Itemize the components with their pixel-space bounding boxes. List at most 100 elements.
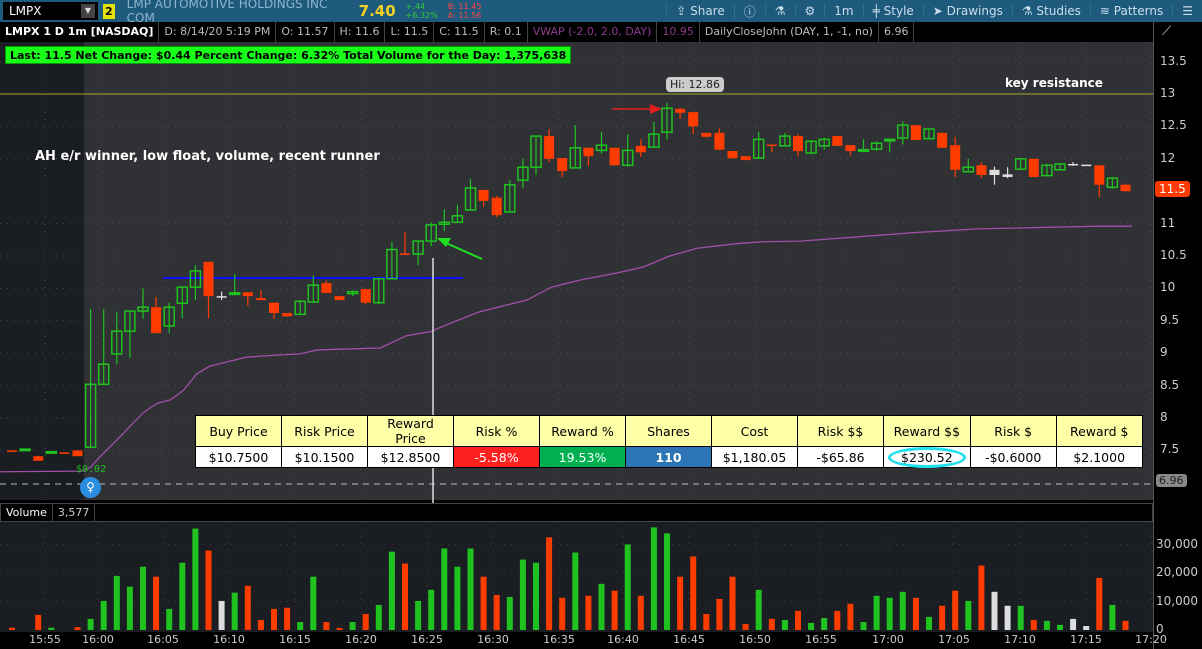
candle-body bbox=[557, 158, 568, 172]
table-value: 110 bbox=[655, 449, 682, 465]
volume-bar bbox=[729, 576, 736, 630]
candle-body bbox=[400, 253, 410, 255]
volume-bar bbox=[755, 589, 762, 630]
table-value: 19.53% bbox=[558, 449, 607, 465]
candle-body bbox=[976, 165, 987, 175]
volume-bar bbox=[965, 600, 972, 630]
volume-bar bbox=[821, 618, 828, 630]
table-value: $10.7500 bbox=[208, 449, 269, 465]
candle-body bbox=[334, 296, 345, 301]
volume-bar bbox=[205, 550, 212, 630]
table-header: Risk $$ bbox=[797, 415, 884, 447]
time-tick-label: 16:40 bbox=[607, 633, 639, 646]
candle-body bbox=[883, 138, 896, 142]
volume-bar bbox=[271, 608, 277, 630]
price-tick-label: 8.5 bbox=[1160, 377, 1180, 392]
volume-bar bbox=[100, 600, 107, 630]
candle-body bbox=[688, 112, 699, 127]
candle-body bbox=[832, 136, 843, 146]
volume-bar bbox=[533, 562, 539, 630]
volume-bar bbox=[179, 562, 186, 630]
table-cell: 110 bbox=[625, 446, 712, 468]
volume-bar bbox=[873, 595, 880, 630]
candle-body bbox=[910, 125, 921, 141]
volume-bar bbox=[795, 610, 801, 630]
volume-bar bbox=[1096, 577, 1103, 630]
volume-bar bbox=[1030, 620, 1037, 630]
volume-tick-label: 20,000 bbox=[1156, 565, 1198, 579]
table-header: Buy Price bbox=[195, 415, 282, 447]
volume-bar bbox=[847, 603, 854, 630]
volume-header: Volume 3,577 bbox=[0, 503, 1153, 522]
time-tick-label: 17:00 bbox=[872, 633, 904, 646]
candle-body bbox=[7, 450, 17, 452]
candle-body bbox=[857, 148, 870, 152]
volume-bar bbox=[126, 586, 133, 630]
candle-body bbox=[255, 298, 266, 301]
high-bubble: Hi: 12.86 bbox=[666, 77, 725, 92]
volume-bar bbox=[926, 616, 932, 630]
table-cell: $10.1500 bbox=[281, 446, 368, 468]
time-tick-label: 16:15 bbox=[279, 633, 311, 646]
volume-bar bbox=[310, 576, 317, 630]
table-header: Risk % bbox=[453, 415, 540, 447]
time-tick-label: 16:55 bbox=[805, 633, 837, 646]
table-cell: -$65.86 bbox=[797, 446, 884, 468]
candle-body bbox=[937, 132, 948, 148]
candle-body bbox=[609, 147, 620, 166]
candle-body bbox=[583, 147, 594, 157]
volume-label: Volume bbox=[1, 504, 53, 521]
candle-body bbox=[989, 169, 1000, 175]
volume-bar bbox=[244, 585, 251, 630]
earnings-bulb-icon[interactable]: ♀ bbox=[80, 477, 101, 498]
volume-bar bbox=[781, 620, 788, 630]
candle-body bbox=[228, 292, 241, 296]
candle-body bbox=[72, 450, 83, 457]
candle-body bbox=[701, 132, 712, 137]
price-tick-label: 13 bbox=[1160, 86, 1176, 100]
daily-close-badge: 6.96 bbox=[1156, 474, 1187, 487]
time-tick-label: 17:05 bbox=[938, 633, 970, 646]
menu-icon[interactable]: ☰ bbox=[1172, 4, 1202, 18]
price-tick-label: 9.5 bbox=[1160, 312, 1180, 327]
table-cell: -5.58% bbox=[453, 446, 540, 468]
volume-bar bbox=[336, 628, 343, 630]
volume-bar bbox=[192, 528, 199, 630]
time-tick-label: 16:25 bbox=[411, 633, 443, 646]
price-axis[interactable]: ⟋ bbox=[1153, 22, 1202, 649]
table-header: Cost bbox=[711, 415, 798, 447]
candle-body bbox=[360, 289, 371, 303]
volume-bar bbox=[284, 607, 291, 630]
axis-scale-icon[interactable]: ⟋ bbox=[1162, 24, 1171, 39]
volume-bar bbox=[1122, 620, 1129, 630]
volume-bar bbox=[9, 627, 15, 630]
volume-tick-label: 10,000 bbox=[1156, 593, 1198, 608]
price-tick-label: 13.5 bbox=[1160, 53, 1187, 68]
candle-body bbox=[950, 145, 961, 170]
entry-arrow bbox=[445, 242, 483, 260]
price-tick-label: 11 bbox=[1160, 215, 1176, 230]
candle-body bbox=[1081, 164, 1092, 167]
candle-body bbox=[19, 448, 31, 452]
candle-body bbox=[491, 197, 502, 216]
resistance-label: key resistance bbox=[1005, 76, 1103, 90]
volume-bar bbox=[153, 576, 160, 630]
volume-bar bbox=[48, 627, 55, 630]
candle-body bbox=[203, 261, 214, 297]
table-cell: -$0.6000 bbox=[969, 446, 1057, 468]
candle-body bbox=[321, 283, 332, 293]
table-header: Risk Price bbox=[281, 415, 368, 447]
volume-bar bbox=[808, 622, 815, 630]
candle-body bbox=[33, 456, 44, 461]
candle-body bbox=[1068, 163, 1079, 166]
volume-bar bbox=[978, 565, 985, 630]
table-value: -$0.6000 bbox=[985, 449, 1042, 465]
volume-bar bbox=[454, 566, 461, 630]
volume-bar bbox=[166, 608, 173, 630]
candle-body bbox=[1094, 165, 1105, 185]
time-tick-label: 17:20 bbox=[1135, 633, 1167, 646]
status-banner: Last: 11.5 Net Change: $0.44 Percent Cha… bbox=[5, 46, 572, 64]
time-tick-label: 16:05 bbox=[147, 633, 179, 646]
candle-body bbox=[269, 302, 279, 314]
volume-chart[interactable] bbox=[0, 522, 1153, 632]
